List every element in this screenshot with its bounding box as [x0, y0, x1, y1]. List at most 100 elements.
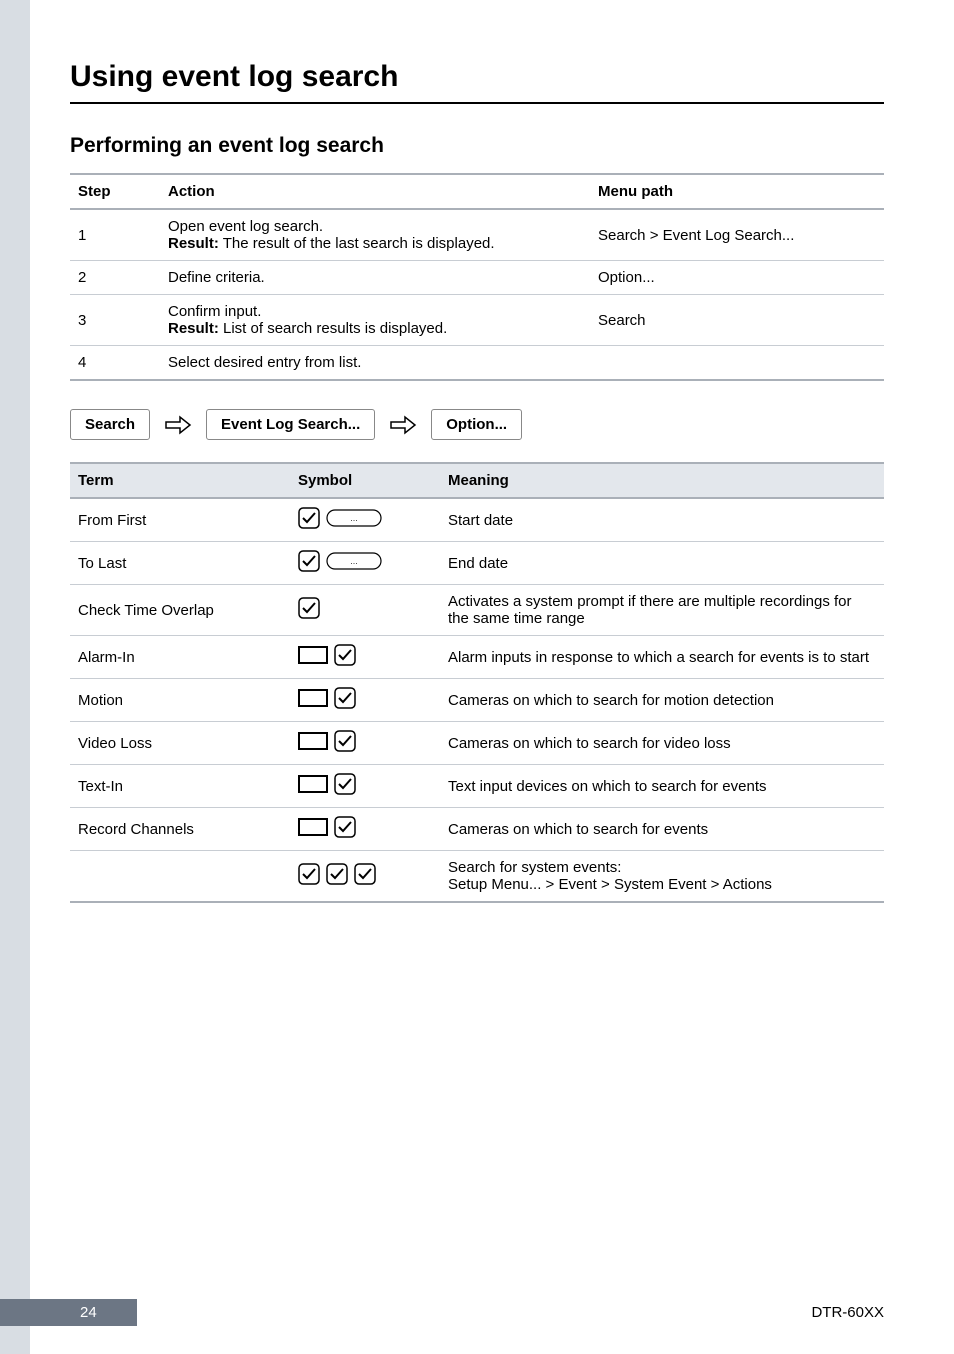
action-result: Result: List of search results is displa…: [168, 320, 582, 337]
action-text: Confirm input.: [168, 303, 582, 320]
checkbox-checked-icon: [354, 863, 376, 885]
term-name: Text-In: [70, 765, 290, 808]
step-number: 2: [70, 261, 160, 295]
table-row: Search for system events: Setup Menu... …: [70, 851, 884, 903]
table-row: Check Time Overlap Activates a system pr…: [70, 585, 884, 636]
title-rule: [70, 102, 884, 104]
step-menu-path: [590, 346, 884, 381]
term-symbol: [290, 585, 440, 636]
checkbox-checked-icon: [334, 687, 356, 709]
term-meaning: Cameras on which to search for video los…: [440, 722, 884, 765]
term-symbol: [290, 722, 440, 765]
term-name: From First: [70, 498, 290, 542]
result-text: List of search results is displayed.: [219, 320, 447, 337]
checkbox-checked-icon: [334, 773, 356, 795]
date-field-icon: ...: [326, 552, 382, 570]
term-symbol: ...: [290, 498, 440, 542]
action-text: Open event log search.: [168, 218, 582, 235]
table-row: Record Channels Cameras on which to sear…: [70, 808, 884, 851]
page-title: Using event log search: [70, 60, 884, 94]
term-name: Record Channels: [70, 808, 290, 851]
result-text: The result of the last search is display…: [219, 235, 495, 252]
term-meaning: Cameras on which to search for motion de…: [440, 679, 884, 722]
terms-header-meaning: Meaning: [440, 463, 884, 498]
step-action: Select desired entry from list.: [160, 346, 590, 381]
steps-header-action: Action: [160, 174, 590, 209]
checkbox-checked-icon: [298, 550, 320, 572]
steps-header-step: Step: [70, 174, 160, 209]
term-symbol: [290, 636, 440, 679]
term-name: Alarm-In: [70, 636, 290, 679]
table-row: Text-In Text input devices on which to s…: [70, 765, 884, 808]
square-icon: [298, 687, 328, 709]
table-row: 1 Open event log search. Result: The res…: [70, 209, 884, 261]
breadcrumb-item: Option...: [431, 409, 522, 440]
term-name: Check Time Overlap: [70, 585, 290, 636]
term-symbol: [290, 679, 440, 722]
section-heading: Performing an event log search: [70, 134, 884, 158]
result-label: Result:: [168, 320, 219, 337]
breadcrumb-arrow-icon: [389, 414, 417, 436]
page-footer: 24 DTR-60XX: [0, 1299, 954, 1326]
term-symbol: [290, 808, 440, 851]
breadcrumb-item: Search: [70, 409, 150, 440]
term-name: Motion: [70, 679, 290, 722]
term-meaning: Activates a system prompt if there are m…: [440, 585, 884, 636]
breadcrumb-arrow-icon: [164, 414, 192, 436]
breadcrumb-item: Event Log Search...: [206, 409, 375, 440]
term-meaning: End date: [440, 542, 884, 585]
footer-model-label: DTR-60XX: [811, 1304, 884, 1321]
table-row: 2 Define criteria. Option...: [70, 261, 884, 295]
table-row: To Last ... End date: [70, 542, 884, 585]
table-row: 3 Confirm input. Result: List of search …: [70, 295, 884, 346]
checkbox-checked-icon: [334, 644, 356, 666]
checkbox-checked-icon: [326, 863, 348, 885]
terms-header-symbol: Symbol: [290, 463, 440, 498]
meaning-line2: Setup Menu... > Event > System Event > A…: [448, 876, 876, 893]
table-row: 4 Select desired entry from list.: [70, 346, 884, 381]
left-sidebar-strip: [0, 0, 30, 1354]
term-meaning: Text input devices on which to search fo…: [440, 765, 884, 808]
terms-header-term: Term: [70, 463, 290, 498]
square-icon: [298, 816, 328, 838]
term-meaning: Cameras on which to search for events: [440, 808, 884, 851]
svg-text:...: ...: [350, 556, 358, 566]
checkbox-checked-icon: [334, 816, 356, 838]
term-symbol: ...: [290, 542, 440, 585]
step-menu-path: Search: [590, 295, 884, 346]
term-meaning: Alarm inputs in response to which a sear…: [440, 636, 884, 679]
step-action: Confirm input. Result: List of search re…: [160, 295, 590, 346]
term-meaning: Search for system events: Setup Menu... …: [440, 851, 884, 903]
table-row: Motion Cameras on which to search for mo…: [70, 679, 884, 722]
checkbox-checked-icon: [334, 730, 356, 752]
svg-text:...: ...: [350, 513, 358, 523]
checkbox-checked-icon: [298, 863, 320, 885]
step-action: Define criteria.: [160, 261, 590, 295]
action-result: Result: The result of the last search is…: [168, 235, 582, 252]
term-name: Video Loss: [70, 722, 290, 765]
square-icon: [298, 773, 328, 795]
term-name: [70, 851, 290, 903]
step-action: Open event log search. Result: The resul…: [160, 209, 590, 261]
date-field-icon: ...: [326, 509, 382, 527]
step-number: 4: [70, 346, 160, 381]
step-menu-path: Search > Event Log Search...: [590, 209, 884, 261]
step-number: 3: [70, 295, 160, 346]
table-row: Alarm-In Alarm inputs in response to whi…: [70, 636, 884, 679]
step-number: 1: [70, 209, 160, 261]
square-icon: [298, 730, 328, 752]
checkbox-checked-icon: [298, 597, 320, 619]
breadcrumb: Search Event Log Search... Option...: [70, 409, 884, 440]
page-content: Using event log search Performing an eve…: [0, 0, 954, 903]
square-icon: [298, 644, 328, 666]
step-menu-path: Option...: [590, 261, 884, 295]
table-row: Video Loss Cameras on which to search fo…: [70, 722, 884, 765]
checkbox-checked-icon: [298, 507, 320, 529]
term-meaning: Start date: [440, 498, 884, 542]
result-label: Result:: [168, 235, 219, 252]
page-number: 24: [0, 1299, 137, 1326]
term-name: To Last: [70, 542, 290, 585]
steps-table: Step Action Menu path 1 Open event log s…: [70, 173, 884, 381]
meaning-line1: Search for system events:: [448, 859, 876, 876]
term-symbol: [290, 851, 440, 903]
